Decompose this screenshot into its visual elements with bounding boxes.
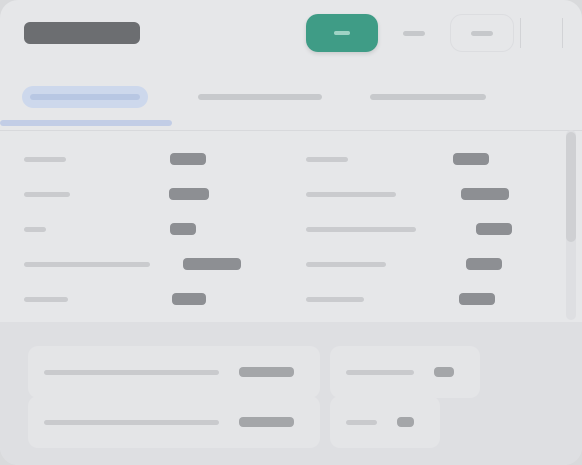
tab-bar bbox=[0, 76, 582, 132]
summary-card-value bbox=[239, 417, 294, 427]
summary-card-label bbox=[346, 419, 377, 425]
list-item-value bbox=[170, 153, 206, 165]
list-item bbox=[306, 253, 542, 275]
list-item-value bbox=[170, 223, 196, 235]
tabs-divider bbox=[0, 130, 582, 131]
list-item bbox=[306, 218, 542, 240]
list-item bbox=[306, 183, 542, 205]
tab-1-label-redacted bbox=[30, 94, 140, 100]
summary-card bbox=[28, 396, 320, 448]
primary-action-label-redacted bbox=[334, 31, 350, 35]
list-item-label bbox=[306, 261, 386, 267]
list-item-label bbox=[24, 261, 150, 267]
list-item-value bbox=[172, 293, 206, 305]
list-item-label bbox=[24, 191, 70, 197]
tab-2-label-redacted bbox=[198, 94, 322, 100]
list-item-label bbox=[24, 156, 66, 162]
list-item bbox=[306, 148, 542, 170]
panel-header bbox=[0, 0, 582, 62]
list-item-label bbox=[306, 156, 348, 162]
header-divider bbox=[562, 18, 563, 48]
list-item-label bbox=[306, 226, 416, 232]
property-list bbox=[0, 140, 566, 322]
summary-card-label bbox=[44, 369, 220, 375]
summary-card-value bbox=[433, 367, 454, 377]
summary-card bbox=[330, 396, 440, 448]
list-item bbox=[24, 288, 258, 310]
summary-card-label bbox=[346, 369, 414, 375]
list-item-label bbox=[306, 296, 364, 302]
list-item-label bbox=[24, 226, 46, 232]
summary-card bbox=[28, 346, 320, 398]
tab-2[interactable] bbox=[198, 86, 322, 108]
summary-card-label bbox=[44, 419, 220, 425]
tab-3-label-redacted bbox=[370, 94, 486, 100]
summary-footer bbox=[0, 322, 582, 465]
panel-title bbox=[24, 22, 140, 44]
summary-card bbox=[330, 346, 480, 398]
list-item-label bbox=[306, 191, 396, 197]
tab-1[interactable] bbox=[22, 86, 148, 108]
scrollbar-thumb[interactable] bbox=[566, 132, 576, 242]
tertiary-action-button[interactable] bbox=[450, 14, 514, 52]
list-item-value bbox=[476, 223, 512, 235]
list-item-value bbox=[168, 188, 209, 200]
list-item-value bbox=[453, 153, 490, 165]
list-item bbox=[24, 218, 258, 240]
summary-card-value bbox=[396, 417, 414, 427]
details-panel bbox=[0, 0, 582, 465]
secondary-action-label-redacted bbox=[403, 30, 425, 36]
list-item bbox=[306, 288, 542, 310]
tab-3[interactable] bbox=[370, 86, 486, 108]
list-item-label bbox=[24, 296, 68, 302]
list-item-value bbox=[466, 258, 502, 270]
list-item-value bbox=[461, 188, 510, 200]
secondary-action-button[interactable] bbox=[384, 14, 444, 52]
list-item-value bbox=[183, 258, 242, 270]
list-item bbox=[24, 148, 258, 170]
active-tab-indicator bbox=[0, 120, 172, 126]
list-item bbox=[24, 253, 258, 275]
list-item bbox=[24, 183, 258, 205]
list-item-value bbox=[458, 293, 495, 305]
summary-card-value bbox=[239, 367, 294, 377]
header-divider bbox=[520, 18, 521, 48]
tertiary-action-label-redacted bbox=[471, 30, 493, 36]
primary-action-button[interactable] bbox=[306, 14, 378, 52]
